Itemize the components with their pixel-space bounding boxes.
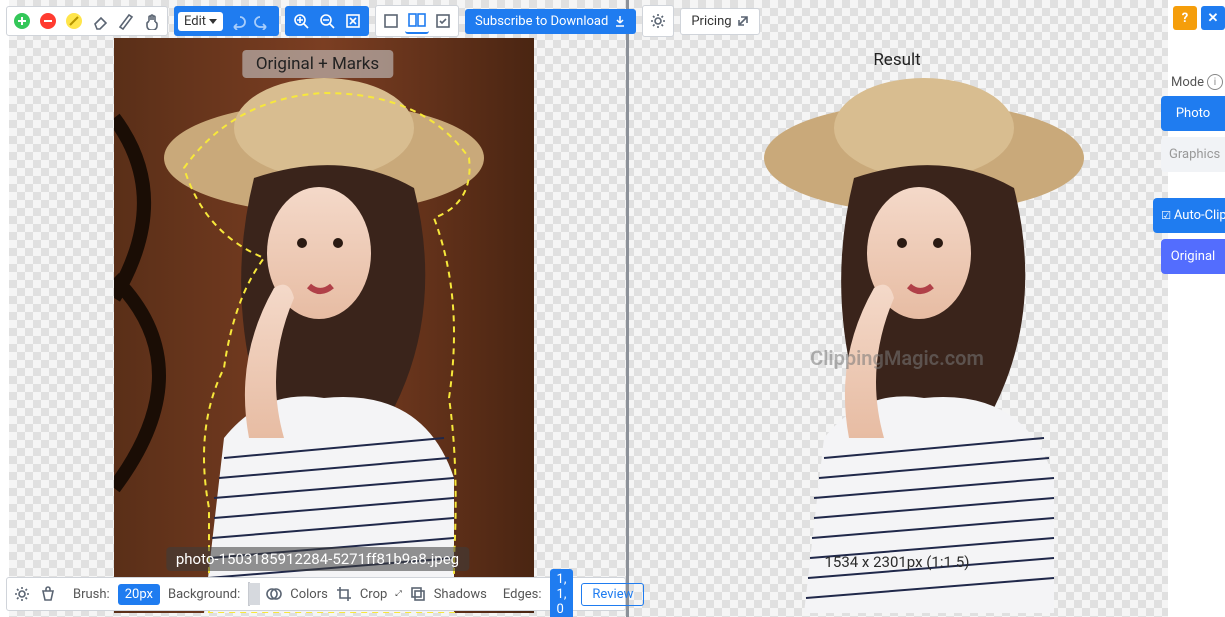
result-pane[interactable]: Result ClippingMagic.com 1534 x 2 (626, 0, 1168, 617)
original-toggle[interactable]: Original (1161, 239, 1225, 274)
redo-button[interactable] (251, 9, 275, 33)
crop-button[interactable]: Crop (360, 587, 387, 602)
fit-screen-button[interactable] (341, 9, 365, 33)
bottom-toolbar: Brush: 20px Background: Colors Crop ⤢ Sh… (6, 577, 626, 611)
view-toggle-group (375, 5, 459, 37)
zoom-out-button[interactable] (315, 9, 339, 33)
mode-graphics-button[interactable]: Graphics (1161, 137, 1225, 172)
background-swatch-button[interactable] (248, 582, 250, 606)
pricing-button[interactable]: Pricing (680, 8, 759, 35)
scalpel-tool[interactable] (114, 9, 138, 33)
dimensions-label: 1534 x 2301px (1:1.5) (824, 553, 969, 571)
preferences-button[interactable] (646, 9, 670, 33)
result-image (714, 38, 1134, 613)
colors-icon (266, 583, 282, 605)
edit-dropdown[interactable]: Edit (178, 12, 223, 31)
edit-group: Edit (174, 6, 279, 36)
mark-tools-group (6, 6, 168, 36)
watermark: ClippingMagic.com (810, 346, 984, 370)
original-pane-label: Original + Marks (242, 50, 393, 78)
checklist-view-button[interactable] (431, 9, 455, 33)
zoom-group (285, 6, 369, 36)
subscribe-label: Subscribe to Download (475, 14, 608, 29)
mode-photo-button[interactable]: Photo (1161, 96, 1225, 131)
edges-label: Edges: (503, 587, 542, 602)
caret-down-icon (209, 19, 217, 24)
settings-single (642, 5, 674, 37)
pane-divider[interactable] (626, 0, 629, 617)
top-toolbar: Edit Subscribe to Download (6, 6, 1219, 36)
edit-label: Edit (184, 14, 206, 29)
eraser-tool[interactable] (88, 9, 112, 33)
info-icon[interactable]: i (1207, 74, 1223, 90)
original-image (114, 38, 534, 613)
hair-tool[interactable] (62, 9, 86, 33)
pan-tool[interactable] (140, 9, 164, 33)
shadows-icon (410, 583, 426, 605)
brush-size-button[interactable]: 20px (118, 584, 160, 605)
edges-value-button[interactable]: 1, 1, 0 (550, 569, 574, 617)
result-pane-label: Result (873, 50, 920, 70)
pricing-label: Pricing (691, 14, 731, 29)
add-mark-tool[interactable] (10, 9, 34, 33)
bucket-button[interactable] (39, 583, 57, 605)
crop-icon (336, 583, 352, 605)
single-view-button[interactable] (379, 9, 403, 33)
colors-button[interactable]: Colors (290, 587, 328, 602)
settings-gear-button[interactable] (13, 583, 31, 605)
original-pane[interactable]: Original + Marks (9, 0, 626, 617)
undo-button[interactable] (225, 9, 249, 33)
zoom-in-button[interactable] (289, 9, 313, 33)
filename-label: photo-1503185912284-5271ff81b9a8.jpeg (166, 547, 469, 571)
right-sidebar: ? ✕ Mode i Photo Graphics ☑ Auto-Clip Or… (1168, 6, 1225, 274)
background-label: Background: (168, 587, 240, 602)
mode-heading: Mode i (1171, 74, 1223, 90)
crop-expand-icon: ⤢ (395, 589, 401, 599)
shadows-button[interactable]: Shadows (434, 587, 487, 602)
external-link-icon (737, 15, 749, 27)
autoclip-toggle[interactable]: ☑ Auto-Clip (1153, 198, 1225, 233)
subscribe-button[interactable]: Subscribe to Download (465, 9, 636, 34)
review-button[interactable]: Review (581, 583, 644, 606)
split-view-button[interactable] (405, 8, 429, 34)
download-icon (614, 15, 626, 27)
remove-mark-tool[interactable] (36, 9, 60, 33)
brush-label: Brush: (73, 587, 110, 602)
